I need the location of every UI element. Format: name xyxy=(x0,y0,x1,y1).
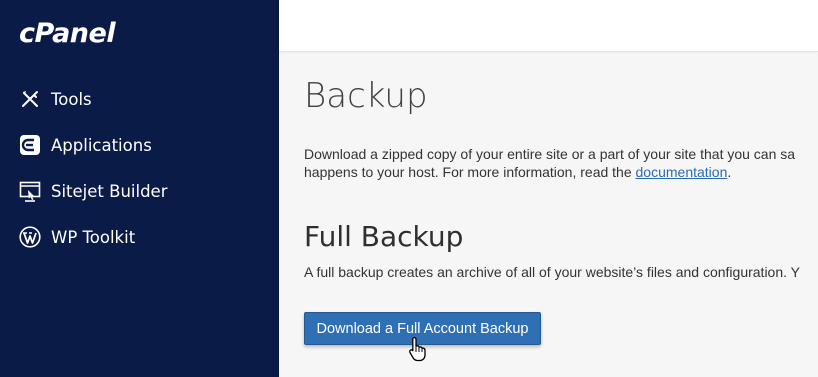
main-content: Backup Download a zipped copy of your en… xyxy=(304,0,818,377)
sidebar-item-label: Tools xyxy=(51,89,92,109)
sidebar: cPanel Tools Applications Sitejet Builde… xyxy=(0,0,279,377)
sidebar-item-label: Sitejet Builder xyxy=(51,181,168,201)
full-backup-title: Full Backup xyxy=(304,220,464,253)
backup-description: Download a zipped copy of your entire si… xyxy=(304,145,818,181)
cpanel-logo[interactable]: cPanel xyxy=(19,18,116,49)
hand-pointer-cursor-icon xyxy=(408,336,428,367)
sidebar-item-applications[interactable]: Applications xyxy=(18,130,152,160)
documentation-link[interactable]: documentation xyxy=(636,164,728,180)
description-text: happens to your host. For more informati… xyxy=(304,164,636,180)
description-line-2: happens to your host. For more informati… xyxy=(304,163,818,181)
description-line-1: Download a zipped copy of your entire si… xyxy=(304,146,796,162)
tools-icon xyxy=(18,87,42,111)
applications-icon xyxy=(18,133,42,157)
sidebar-item-label: Applications xyxy=(51,135,152,155)
sidebar-item-label: WP Toolkit xyxy=(51,227,136,247)
sidebar-item-wp-toolkit[interactable]: WP Toolkit xyxy=(18,222,135,252)
sitejet-icon xyxy=(18,179,42,203)
sidebar-item-sitejet-builder[interactable]: Sitejet Builder xyxy=(18,176,167,206)
full-backup-description: A full backup creates an archive of all … xyxy=(304,264,800,280)
sidebar-item-tools[interactable]: Tools xyxy=(18,84,92,114)
page-title: Backup xyxy=(304,76,428,116)
description-period: . xyxy=(727,164,732,180)
wordpress-icon xyxy=(18,225,42,249)
